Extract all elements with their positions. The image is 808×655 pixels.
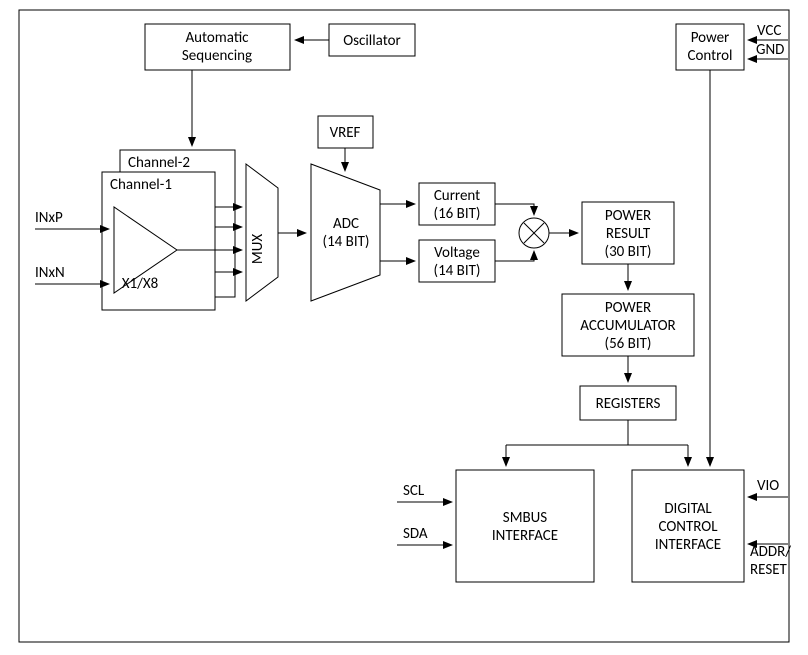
- block-mux: [246, 164, 278, 301]
- label-digctl-3: INTERFACE: [655, 536, 721, 554]
- label-mux: MUX: [249, 234, 267, 264]
- pin-vcc: VCC: [757, 22, 781, 40]
- label-auto-seq-2: Sequencing: [182, 47, 252, 65]
- label-oscillator: Oscillator: [343, 32, 401, 50]
- label-digctl-2: CONTROL: [658, 518, 718, 536]
- pin-inxn: INxN: [35, 264, 65, 282]
- pin-sda: SDA: [403, 525, 428, 543]
- label-power-acc-3: (56 BIT): [605, 335, 652, 353]
- label-voltage-2: (14 BIT): [434, 262, 481, 280]
- label-power-result-3: (30 BIT): [605, 243, 652, 261]
- label-power-control-1: Power: [691, 29, 730, 47]
- pin-scl: SCL: [403, 482, 425, 500]
- label-smbus-2: INTERFACE: [492, 527, 558, 545]
- label-current-1: Current: [434, 187, 480, 205]
- label-power-result-2: RESULT: [606, 225, 651, 243]
- label-power-acc-2: ACCUMULATOR: [580, 317, 675, 335]
- label-power-result-1: POWER: [605, 207, 651, 225]
- pin-vio: VIO: [757, 477, 779, 495]
- label-current-2: (16 BIT): [434, 205, 481, 223]
- label-channel-1: Channel-1: [110, 176, 172, 194]
- pin-gnd: GND: [756, 41, 784, 59]
- label-vref: VREF: [330, 124, 361, 142]
- label-auto-seq-1: Automatic: [185, 29, 249, 47]
- label-channel-2: Channel-2: [128, 154, 190, 172]
- label-smbus-1: SMBUS: [503, 509, 548, 527]
- pin-addr-1: ADDR/: [750, 543, 791, 561]
- pin-addr-2: RESET: [750, 561, 788, 579]
- label-registers: REGISTERS: [596, 395, 661, 413]
- label-power-control-2: Control: [687, 47, 732, 65]
- label-adc-1: ADC: [333, 215, 359, 233]
- label-voltage-1: Voltage: [434, 244, 480, 262]
- label-adc-2: (14 BIT): [323, 233, 370, 251]
- label-digctl-1: DIGITAL: [664, 500, 712, 518]
- label-power-acc-1: POWER: [605, 299, 651, 317]
- pin-inxp: INxP: [35, 209, 63, 227]
- label-gain: X1/X8: [122, 275, 159, 293]
